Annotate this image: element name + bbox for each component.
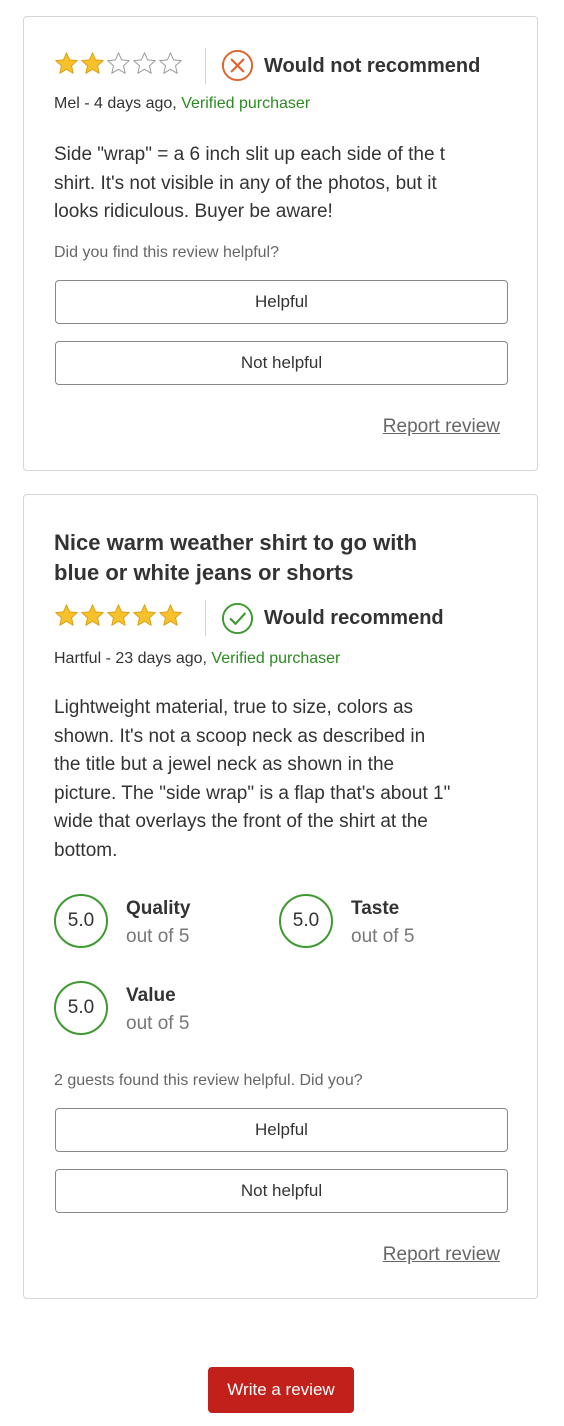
- review-body: Side "wrap" = a 6 inch slit up each side…: [54, 141, 524, 227]
- review-card: Nice warm weather shirt to go with blue …: [23, 494, 538, 1299]
- review-body-line: shirt. It's not visible in any of the ph…: [54, 172, 437, 194]
- author-date: Mel - 4 days ago,: [54, 95, 177, 112]
- review-title: Nice warm weather shirt to go with blue …: [54, 528, 524, 588]
- value-score-label: Value: [126, 985, 176, 1006]
- x-circle-icon: [221, 49, 254, 87]
- helpful-button[interactable]: Helpful: [55, 1108, 508, 1152]
- verified-badge: Verified purchaser: [211, 650, 341, 667]
- check-circle-icon: [221, 602, 254, 640]
- not-helpful-button[interactable]: Not helpful: [55, 341, 508, 385]
- recommendation-label: Would recommend: [264, 607, 444, 629]
- star-filled-icon: [107, 604, 130, 626]
- star-filled-icon: [81, 604, 104, 626]
- author-date: Hartful - 23 days ago,: [54, 650, 207, 667]
- divider: [205, 48, 206, 84]
- review-body-line: wide that overlays the front of the shir…: [54, 811, 428, 833]
- review-meta: Mel - 4 days ago, Verified purchaser: [54, 95, 310, 113]
- value-score-badge: 5.0: [54, 981, 108, 1035]
- helpful-button[interactable]: Helpful: [55, 280, 508, 324]
- review-body-line: Side "wrap" = a 6 inch slit up each side…: [54, 144, 446, 165]
- review-body-line: shown. It's not a scoop neck as describe…: [54, 725, 426, 747]
- quality-score-label: Quality: [126, 898, 191, 919]
- star-empty-icon: [107, 52, 130, 74]
- star-rating: [54, 603, 183, 628]
- review-body-line: bottom.: [54, 839, 118, 861]
- star-empty-icon: [159, 52, 182, 74]
- taste-score-label: Taste: [351, 898, 400, 919]
- review-body: Lightweight material, true to size, colo…: [54, 694, 524, 866]
- report-review-link[interactable]: Report review: [383, 1244, 500, 1266]
- recommendation-label: Would not recommend: [264, 55, 481, 77]
- value-score-scale: out of 5: [126, 1013, 190, 1034]
- quality-score-scale: out of 5: [126, 926, 190, 947]
- not-helpful-button[interactable]: Not helpful: [55, 1169, 508, 1213]
- star-filled-icon: [159, 604, 182, 626]
- review-title-line: blue or white jeans or shorts: [54, 560, 354, 585]
- taste-score-scale: out of 5: [351, 926, 415, 947]
- review-body-line: picture. The "side wrap" is a flap that'…: [54, 782, 451, 804]
- star-filled-icon: [133, 604, 156, 626]
- review-title-line: Nice warm weather shirt to go with: [54, 530, 418, 555]
- review-body-line: the title but a jewel neck as shown in t…: [54, 754, 395, 776]
- star-filled-icon: [55, 52, 78, 74]
- star-filled-icon: [55, 604, 78, 626]
- review-meta: Hartful - 23 days ago, Verified purchase…: [54, 650, 340, 668]
- star-filled-icon: [81, 52, 104, 74]
- divider: [205, 600, 206, 636]
- review-card: Would not recommend Mel - 4 days ago, Ve…: [23, 16, 538, 471]
- verified-badge: Verified purchaser: [181, 95, 311, 112]
- helpful-question: 2 guests found this review helpful. Did …: [54, 1072, 363, 1089]
- star-empty-icon: [133, 52, 156, 74]
- quality-score-badge: 5.0: [54, 894, 108, 948]
- write-review-button[interactable]: Write a review: [208, 1367, 354, 1413]
- report-review-link[interactable]: Report review: [383, 416, 500, 438]
- taste-score-badge: 5.0: [279, 894, 333, 948]
- helpful-question: Did you find this review helpful?: [54, 244, 280, 261]
- star-rating: [54, 51, 183, 76]
- review-body-line: Lightweight material, true to size, colo…: [54, 697, 414, 718]
- review-body-line: looks ridiculous. Buyer be aware!: [54, 201, 333, 223]
